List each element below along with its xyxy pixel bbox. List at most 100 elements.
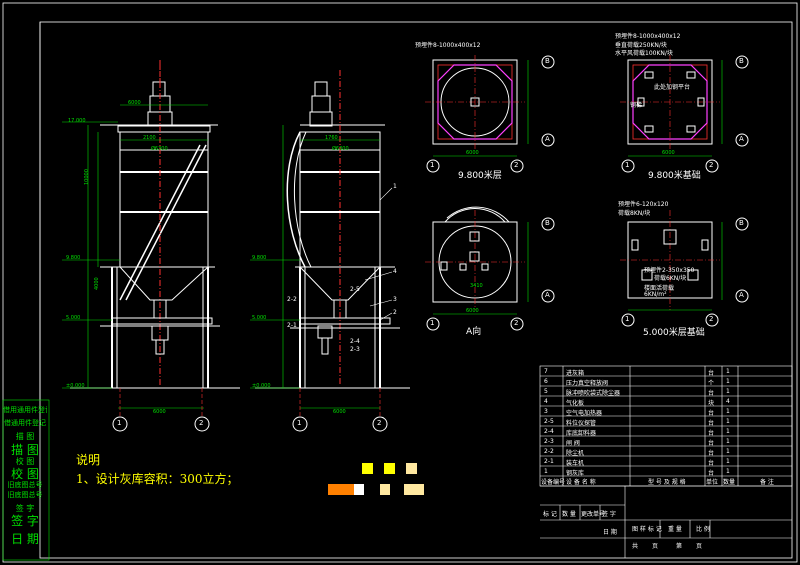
note-embed-3: 预埋件6-120x120 (618, 201, 669, 208)
tb-label-11: 页 (696, 543, 703, 550)
note-load-2: 水平风荷载100KN/块 (615, 50, 673, 57)
leader-4: 4 (393, 268, 397, 275)
note-floor-load-value: 6KN/m² (644, 291, 667, 298)
table-cell-no: 4 (544, 398, 548, 405)
title-plan-9800: 9.800米层 (458, 171, 502, 181)
tb-label-0: 标 记 (543, 511, 557, 518)
stamp-1: 借通用件登记 (4, 419, 46, 427)
leader-3: 3 (393, 296, 397, 303)
note-load-4: 荷载6KN/块 (654, 275, 687, 282)
plan-9800-base (620, 55, 749, 173)
table-cell-unit: 台 (708, 370, 715, 377)
dim-7: Ø6300 (332, 146, 349, 152)
axis-label-a3: 1 (297, 419, 302, 427)
table-cell-unit: 台 (708, 410, 715, 417)
swatch-cream (406, 463, 417, 474)
table-cell-unit: 台 (708, 430, 715, 437)
leader-2: 2 (393, 309, 397, 316)
axis-label-q2: 2 (514, 319, 519, 327)
dim-13: 3410 (470, 283, 483, 289)
tb-label-10: 第 (676, 543, 683, 550)
stamp-10: 日 期 (11, 532, 39, 546)
swatch-cream-2 (380, 484, 390, 495)
table-header: 单位 (706, 479, 719, 486)
title-plan-9800-base: 9.800米基础 (648, 171, 701, 181)
note-platform: 此处加钢平台 (654, 84, 691, 91)
table-cell-unit: 台 (708, 390, 715, 397)
axis-label-pb: A (545, 291, 550, 299)
note-embed-2: 预埋件8-1000x400x12 (615, 33, 681, 40)
dim-2: 2100 (143, 135, 156, 141)
table-cell-qty: 1 (726, 408, 730, 415)
axis-label-b4: A (739, 135, 744, 143)
table-cell-name: 空气电加热器 (566, 410, 603, 417)
table-cell-qty: 4 (726, 398, 730, 405)
table-cell-name: 料位仪探管 (566, 420, 597, 427)
dim-10: 6000 (466, 150, 479, 156)
plan-9800 (425, 55, 555, 173)
table-cell-qty: 1 (726, 378, 730, 385)
level-3: ±0.000 (66, 383, 85, 389)
table-cell-qty: 1 (726, 458, 730, 465)
table-cell-unit: 台 (708, 450, 715, 457)
view-a (425, 206, 555, 331)
tb-label-9: 页 (652, 543, 659, 550)
notes-line-1: 1、设计灰库容积：300立方； (76, 472, 239, 486)
level-2: 5.000 (66, 315, 81, 321)
level-4: 9.800 (252, 255, 267, 261)
axis-label-p3: 1 (625, 161, 630, 169)
level-5: 5.000 (252, 315, 267, 321)
dim-5: 4000 (94, 277, 100, 290)
table-cell-unit: 台 (708, 470, 715, 477)
axis-label-pc: B (739, 219, 744, 227)
table-cell-no: 3 (544, 408, 548, 415)
swatch-cream-3 (404, 484, 424, 495)
axis-label-q1: 1 (430, 319, 435, 327)
table-cell-no: 1 (544, 468, 548, 475)
notes-heading: 说明 (76, 453, 101, 467)
stamp-9: 签 字 (11, 514, 39, 528)
tb-label-4: 日 期 (603, 529, 617, 536)
tb-label-1: 数 量 (562, 511, 576, 518)
stamp-6: 旧底图总号 (7, 481, 43, 489)
swatch-white (354, 484, 364, 495)
note-steel-stair: 钢梯 (630, 102, 643, 109)
tb-label-6: 重 量 (668, 526, 682, 533)
table-cell-no: 2-4 (544, 428, 554, 435)
table-cell-name: 脉冲喷吹袋式除尘器 (566, 390, 621, 397)
dim-11: 6000 (662, 150, 675, 156)
dim-6: 1760 (325, 135, 338, 141)
axis-label-q3: 1 (625, 315, 630, 323)
table-header: 备 注 (760, 479, 774, 486)
swatch-orange (328, 484, 354, 495)
level-6: ±0.000 (252, 383, 271, 389)
dim-9: 6000 (333, 409, 346, 415)
table-cell-name: 除尘机 (566, 450, 585, 457)
table-cell-no: 2-1 (544, 458, 554, 465)
dim-4: 10000 (84, 169, 90, 185)
table-cell-qty: 1 (726, 448, 730, 455)
axis-label-a1: 1 (117, 419, 122, 427)
table-cell-unit: 台 (708, 420, 715, 427)
tb-label-7: 比 例 (696, 526, 710, 533)
tb-label-3: 签 字 (602, 511, 616, 518)
table-header: 设 备 名 称 (566, 479, 596, 486)
dim-12: 6000 (466, 308, 479, 314)
table-cell-qty: 1 (726, 428, 730, 435)
note-embed-1: 预埋件8-1000x400x12 (415, 42, 481, 49)
leader-2-1: 2-1 (287, 322, 297, 329)
table-cell-name: 气化板 (566, 400, 585, 407)
table-cell-no: 6 (544, 378, 548, 385)
title-plan-5000-base: 5.000米层基础 (643, 328, 705, 338)
left-elevation (62, 60, 240, 432)
axis-label-a4: 2 (377, 419, 382, 427)
dim-3: Ø6300 (151, 146, 168, 152)
tb-label-8: 共 (632, 543, 639, 550)
table-cell-name: 压力真空释放阀 (566, 380, 609, 387)
table-cell-qty: 1 (726, 368, 730, 375)
stamp-7: 旧底图总号 (7, 491, 43, 499)
leader-1: 1 (393, 183, 397, 190)
table-cell-name: 闸 阀 (566, 440, 580, 447)
table-header: 设备编号 (541, 479, 566, 486)
table-cell-no: 5 (544, 388, 548, 395)
